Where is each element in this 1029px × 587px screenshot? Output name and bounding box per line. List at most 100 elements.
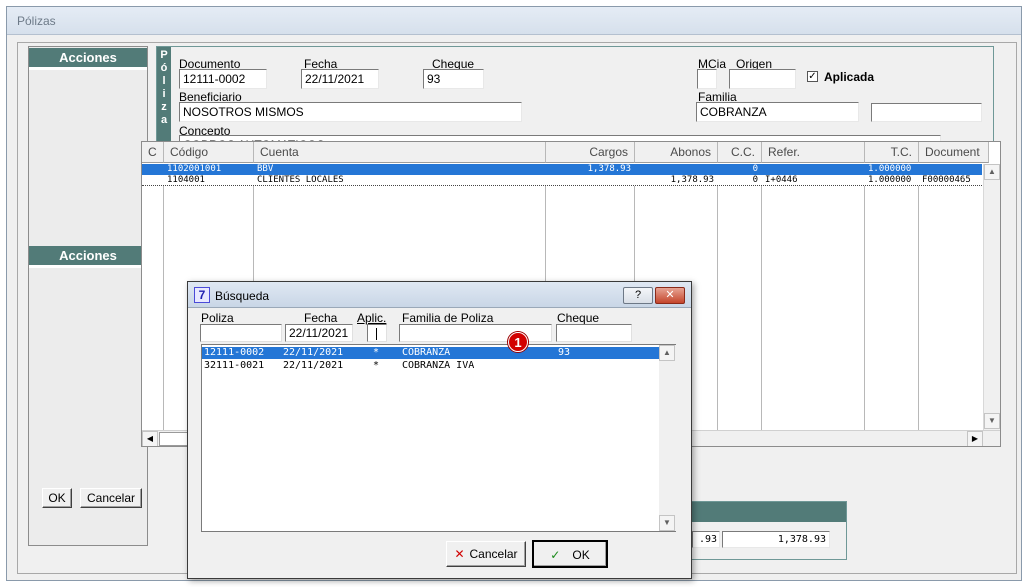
filter-cheque-input[interactable] (556, 324, 632, 342)
results-vertical-scrollbar[interactable]: ▲ ▼ (659, 345, 676, 531)
cell-documento: F00000465 (922, 175, 971, 185)
col-poliza-label: Poliza (201, 311, 234, 325)
text-cursor (376, 327, 377, 340)
total-cargos-field: .93 (692, 531, 720, 548)
grid-column-line (864, 164, 865, 446)
grid-vertical-scrollbar[interactable]: ▲ ▼ (983, 164, 1000, 430)
grid-header-refer[interactable]: Refer. (762, 142, 865, 163)
grid-header-c[interactable]: C (142, 142, 164, 163)
grid-header-cuenta[interactable]: Cuenta (254, 142, 546, 163)
cell-codigo: 1102001001 (167, 164, 222, 174)
scroll-up-icon[interactable]: ▲ (984, 164, 1000, 180)
grid-column-line (761, 164, 762, 446)
familia-field[interactable]: COBRANZA (696, 102, 859, 122)
poliza-strip-letter: a (160, 114, 168, 126)
filter-aplic-input[interactable] (367, 324, 387, 342)
dialog-ok-label: OK (572, 548, 590, 562)
col-aplic-label: Aplic. (357, 311, 387, 325)
annotation-badge: 1 (508, 332, 528, 352)
total-abonos-field: 1,378.93 (722, 531, 830, 548)
check-icon: ✓ (550, 548, 561, 562)
grid-header-documento[interactable]: Document (919, 142, 989, 163)
grid-header-abonos[interactable]: Abonos (635, 142, 718, 163)
list-item[interactable]: 12111-0002 22/11/2021 * COBRANZA 93 (202, 347, 659, 359)
cell-cuenta: CLIENTES LOCALES (257, 175, 344, 185)
fecha-field[interactable]: 22/11/2021 (301, 69, 379, 89)
filter-familia-input[interactable] (399, 324, 552, 342)
cell-cc: 0 (752, 164, 758, 174)
col-cheque-label: Cheque (557, 311, 600, 325)
cell-refer: I+0446 (765, 175, 798, 185)
scroll-left-icon[interactable]: ◀ (142, 431, 158, 446)
check-mark-icon: ✓ (808, 71, 817, 82)
grid-header-codigo[interactable]: Código (164, 142, 254, 163)
filter-poliza-input[interactable] (200, 324, 282, 342)
grid-column-line (163, 164, 164, 446)
title-bar[interactable]: Pólizas (7, 7, 1021, 35)
scroll-right-icon[interactable]: ▶ (967, 431, 983, 446)
cell-cuenta: BBV (257, 164, 274, 174)
help-icon: ? (634, 289, 642, 301)
col-familia-label: Familia de Poliza (402, 311, 494, 325)
poliza-strip-letter: P (160, 49, 168, 61)
result-aplic: * (373, 360, 380, 371)
poliza-strip-letter: ó (160, 62, 168, 74)
totals-panel: .93 1,378.93 (691, 501, 847, 560)
poliza-strip-letter: z (161, 101, 167, 113)
grid-header-cc[interactable]: C.C. (718, 142, 762, 163)
origen-field[interactable] (729, 69, 796, 89)
dialog-cancel-button[interactable]: ✕ Cancelar (446, 541, 526, 567)
beneficiario-field[interactable]: NOSOTROS MISMOS (179, 102, 522, 122)
cell-documento (919, 164, 982, 175)
result-fecha: 22/11/2021 (283, 360, 344, 371)
scroll-down-icon[interactable]: ▼ (984, 413, 1000, 429)
result-familia: COBRANZA (402, 347, 451, 358)
cell-tc: 1.000000 (868, 164, 912, 174)
cancel-x-icon: ✕ (454, 547, 465, 561)
scroll-thumb[interactable] (159, 432, 189, 446)
acciones-header-middle: Acciones (29, 246, 147, 265)
grid-column-line (717, 164, 718, 446)
filter-fecha-input[interactable]: 22/11/2021 (285, 324, 353, 342)
result-aplic: * (373, 347, 380, 358)
dialog-title: Búsqueda (215, 289, 270, 303)
list-item[interactable]: 32111-0021 22/11/2021 * COBRANZA IVA (202, 360, 659, 372)
aplicada-checkbox[interactable]: ✓ (807, 71, 818, 82)
mcia-field[interactable] (697, 69, 717, 89)
dialog-cancel-label: Cancelar (469, 547, 518, 561)
cell-cc: 0 (752, 175, 758, 185)
documento-field[interactable]: 12111-0002 (179, 69, 267, 89)
cell-cargos: 1,378.93 (587, 164, 631, 174)
col-fecha-label: Fecha (304, 311, 338, 325)
scroll-up-icon[interactable]: ▲ (659, 345, 675, 361)
cell-abonos: 1,378.93 (670, 175, 714, 185)
ok-button[interactable]: OK (42, 488, 72, 508)
acciones-separator (29, 67, 147, 70)
result-poliza: 12111-0002 (204, 347, 265, 358)
cell-cargos (546, 175, 634, 186)
dialog-ok-button[interactable]: ✓ OK (532, 540, 608, 568)
cell-refer (762, 164, 864, 175)
help-button[interactable]: ? (623, 287, 653, 304)
grid-column-line (918, 164, 919, 446)
cell-abonos (635, 164, 717, 175)
cheque-field[interactable]: 93 (423, 69, 484, 89)
poliza-strip-letter: i (162, 88, 166, 100)
result-fecha: 22/11/2021 (283, 347, 344, 358)
cell-tc: 1.000000 (868, 175, 912, 185)
totals-header (692, 502, 846, 522)
acciones-header-top: Acciones (29, 48, 147, 67)
acciones-separator (29, 265, 147, 268)
familia-extra-field[interactable] (871, 103, 982, 122)
grid-header-tc[interactable]: T.C. (865, 142, 919, 163)
cancel-button[interactable]: Cancelar (80, 488, 142, 508)
result-familia: COBRANZA IVA (402, 360, 475, 371)
close-button[interactable]: ✕ (655, 287, 685, 304)
scroll-down-icon[interactable]: ▼ (659, 515, 675, 531)
dialog-title-bar[interactable]: 7 Búsqueda ? ✕ (188, 282, 691, 308)
busqueda-dialog: 7 Búsqueda ? ✕ Poliza Fecha Aplic. Famil… (187, 281, 692, 579)
grid-header-cargos[interactable]: Cargos (546, 142, 635, 163)
app-icon: 7 (194, 287, 210, 303)
poliza-strip-letter: l (162, 75, 166, 87)
result-cheque: 93 (558, 347, 571, 358)
